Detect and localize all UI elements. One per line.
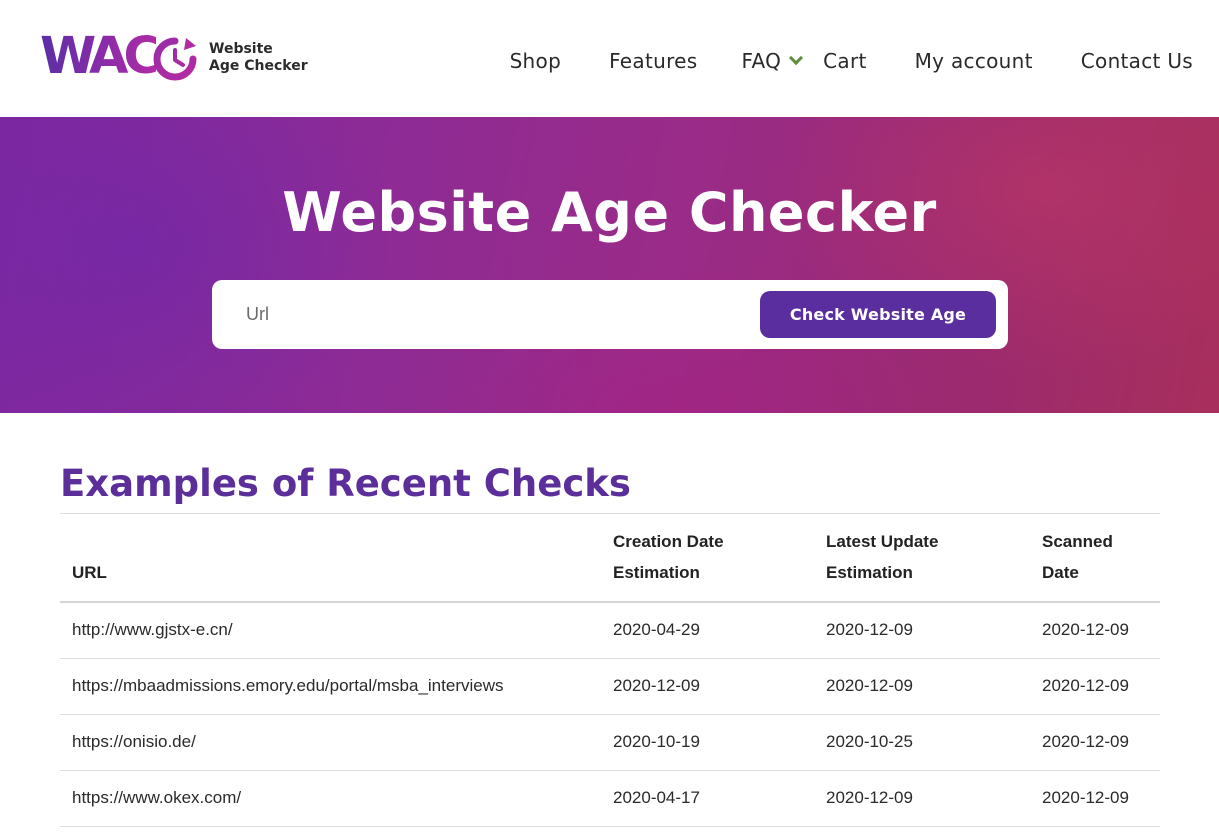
cell-creation-date: 2020-10-19 — [613, 732, 700, 751]
nav-features[interactable]: Features — [609, 49, 697, 73]
recent-checks-title: Examples of Recent Checks — [60, 462, 631, 505]
logo-caption-line2: Age Checker — [209, 58, 308, 74]
table-row: https://mbaadmissions.emory.edu/portal/m… — [60, 658, 1160, 714]
column-header-line: Date — [1042, 563, 1079, 582]
nav-faq-label: FAQ — [741, 49, 782, 73]
hero-background-glow — [0, 117, 400, 413]
logo-mark: WAC — [40, 27, 197, 86]
column-header-line: Latest Update — [826, 532, 939, 551]
nav-shop[interactable]: Shop — [510, 49, 562, 73]
table-body: http://www.gjstx-e.cn/ 2020-04-29 2020-1… — [60, 602, 1160, 826]
column-header-latest-update: Latest Update Estimation — [814, 514, 1030, 603]
url-input[interactable] — [234, 292, 754, 337]
cell-scanned-date: 2020-12-09 — [1042, 732, 1129, 751]
nav-faq[interactable]: FAQ — [741, 49, 804, 73]
nav-my-account[interactable]: My account — [915, 49, 1033, 73]
logo-caption-line1: Website — [209, 41, 273, 57]
nav-contact-us[interactable]: Contact Us — [1081, 49, 1193, 73]
page-title: Website Age Checker — [282, 181, 937, 244]
main-nav: Shop Features FAQ Cart My account Contac… — [510, 46, 1193, 76]
recent-checks-table: URL Creation Date Estimation Latest Upda… — [60, 513, 1160, 827]
cell-latest-update: 2020-12-09 — [826, 620, 913, 640]
cell-scanned-date: 2020-12-09 — [1042, 620, 1129, 640]
cell-latest-update: 2020-10-25 — [826, 732, 913, 751]
cell-url: https://mbaadmissions.emory.edu/portal/m… — [72, 676, 504, 695]
cell-scanned-date: 2020-12-09 — [1042, 788, 1129, 807]
logo-caption: Website Age Checker — [209, 41, 308, 75]
column-header-line: URL — [72, 563, 107, 582]
cell-latest-update: 2020-12-09 — [826, 788, 913, 807]
check-website-age-button[interactable]: Check Website Age — [760, 291, 996, 338]
column-header-line: Creation Date — [613, 532, 724, 551]
column-header-scanned-date: Scanned Date — [1030, 514, 1160, 603]
cell-creation-date: 2020-04-29 — [613, 620, 700, 640]
cell-creation-date: 2020-12-09 — [613, 676, 700, 695]
column-header-line: Estimation — [826, 563, 913, 582]
column-header-line: Estimation — [613, 563, 700, 582]
cell-url: http://www.gjstx-e.cn/ — [72, 620, 233, 640]
column-header-creation-date: Creation Date Estimation — [601, 514, 814, 603]
recent-checks-table-wrapper: URL Creation Date Estimation Latest Upda… — [60, 513, 1160, 827]
site-header: WAC Website Age Checker Shop Features FA — [0, 0, 1219, 117]
site-logo[interactable]: WAC Website Age Checker — [40, 27, 308, 86]
cell-url: https://www.okex.com/ — [72, 788, 242, 807]
cell-scanned-date: 2020-12-09 — [1042, 676, 1129, 695]
hero-banner: Website Age Checker Check Website Age — [0, 117, 1219, 413]
cell-latest-update: 2020-12-09 — [826, 676, 913, 695]
logo-letters: WAC — [40, 27, 161, 86]
column-header-line: Scanned — [1042, 532, 1113, 551]
chevron-down-icon — [789, 50, 804, 65]
nav-cart[interactable]: Cart — [823, 49, 867, 73]
table-header: URL Creation Date Estimation Latest Upda… — [60, 513, 1160, 603]
column-header-url: URL — [60, 514, 601, 603]
url-check-form: Check Website Age — [212, 280, 1008, 349]
clock-icon — [153, 37, 197, 81]
table-row: https://www.okex.com/ 2020-04-17 2020-12… — [60, 770, 1160, 826]
table-row: http://www.gjstx-e.cn/ 2020-04-29 2020-1… — [60, 602, 1160, 658]
table-row: https://onisio.de/ 2020-10-19 2020-10-25… — [60, 714, 1160, 770]
cell-url: https://onisio.de/ — [72, 732, 196, 751]
cell-creation-date: 2020-04-17 — [613, 788, 700, 807]
table-header-row: URL Creation Date Estimation Latest Upda… — [60, 513, 1160, 603]
